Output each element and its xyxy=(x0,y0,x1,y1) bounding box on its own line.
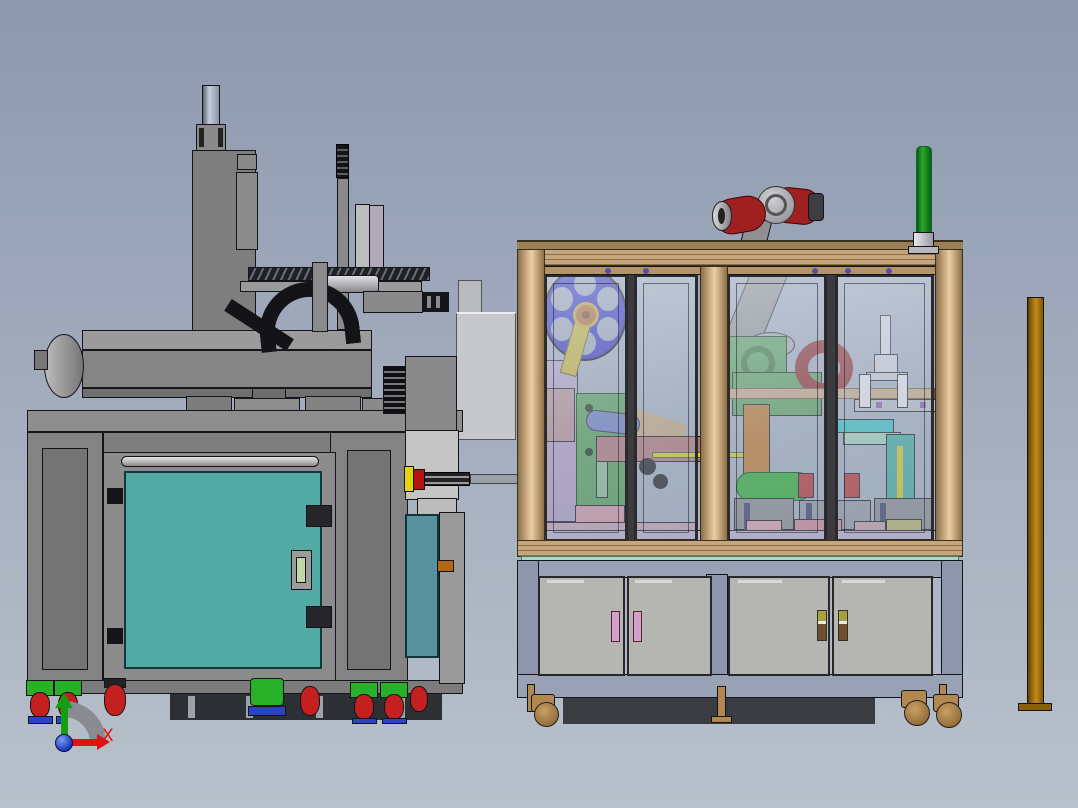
origin-triad: X xyxy=(0,0,1078,808)
x-axis-shaft xyxy=(72,739,98,746)
cad-viewport[interactable]: X xyxy=(0,0,1078,808)
origin-sphere xyxy=(55,734,73,752)
x-axis-label: X xyxy=(102,726,114,746)
y-axis-arrowhead xyxy=(55,693,73,708)
